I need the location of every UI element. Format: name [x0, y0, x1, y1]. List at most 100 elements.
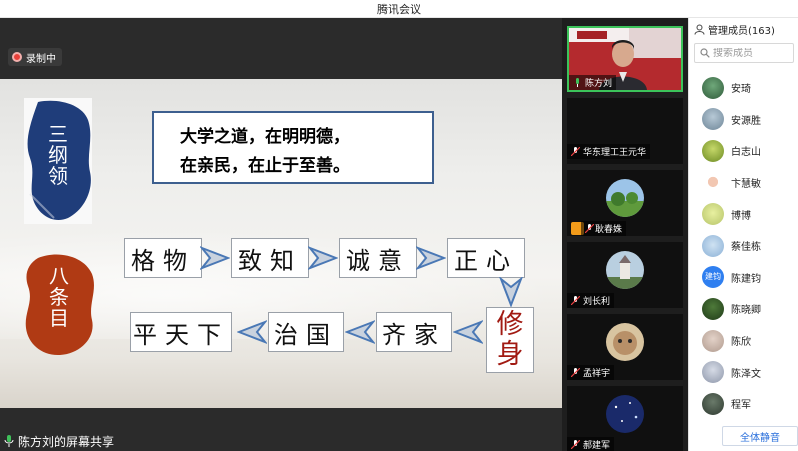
video-tile[interactable]: 耿春姝: [567, 170, 683, 236]
step-zhiguo: 治国: [268, 312, 344, 352]
video-tile[interactable]: 刘长利: [567, 242, 683, 308]
arrow-right-icon: [416, 246, 446, 270]
participant-name-bar: 陈方刘: [569, 75, 617, 90]
window-title: 腾讯会议: [377, 3, 421, 16]
member-name: 陈建钧: [731, 273, 761, 285]
video-column[interactable]: 陈方刘 华东理工王元华 耿春姝 刘长利 孟祥宇 郝建军: [562, 18, 688, 451]
slide: 三 纲 领 大学之道，在明明德， 在亲民，在止于至善。 八 条 目 格物 致知 …: [0, 79, 562, 408]
member-name: 陈晓卿: [731, 305, 761, 317]
member-item[interactable]: 安琦: [689, 72, 798, 104]
participant-avatar: [606, 323, 644, 361]
screen-share-area[interactable]: 录制中 三 纲 领 大学之道，在明明德， 在亲民，在止于至善。 八 条 目 格物…: [0, 18, 562, 451]
avatar: [702, 297, 724, 320]
members-panel: 管理成员(163) 安琦 安源胜 白志山 卞: [688, 18, 798, 451]
member-item[interactable]: 博博: [689, 198, 798, 230]
screen-share-label: 陈方刘的屏幕共享: [0, 431, 562, 451]
landscape-avatar-image: [606, 179, 644, 217]
member-item[interactable]: 白志山: [689, 135, 798, 167]
arrow-down-icon: [499, 277, 523, 307]
avatar: [702, 392, 724, 415]
stamp-batiaomu: 八 条 目: [22, 252, 96, 357]
stamp-sangangling: 三 纲 领: [24, 98, 92, 224]
participant-avatar: [606, 179, 644, 217]
video-tile[interactable]: 华东理工王元华: [567, 98, 683, 164]
member-name: 蔡佳栋: [731, 242, 761, 254]
mic-muted-icon: [585, 224, 594, 233]
member-item[interactable]: 建钧 陈建钧: [689, 262, 798, 294]
member-name: 安源胜: [731, 115, 761, 127]
record-icon: [12, 52, 22, 62]
members-panel-header: 管理成员(163): [689, 18, 798, 40]
participant-name: 耿春姝: [595, 225, 623, 235]
participant-avatar: [606, 395, 644, 433]
avatar: 建钧: [702, 266, 724, 289]
step-qijia: 齐家: [376, 312, 452, 352]
participant-name-bar: 孟祥宇: [567, 365, 615, 380]
mic-muted-icon: [571, 296, 580, 305]
screen-share-name: 陈方刘的屏幕共享: [18, 435, 115, 449]
participant-name-bar: 郝建军: [567, 437, 615, 451]
member-item[interactable]: 蔡佳栋: [689, 230, 798, 262]
mic-muted-icon: [571, 147, 580, 156]
participant-name: 孟祥宇: [583, 369, 611, 379]
member-name: 白志山: [731, 147, 761, 159]
search-icon: [700, 48, 710, 58]
arrow-left-icon: [237, 320, 267, 344]
recording-indicator[interactable]: 录制中: [8, 48, 62, 66]
arrow-left-icon: [345, 320, 375, 344]
step-chengyi: 诚意: [339, 238, 417, 278]
member-item[interactable]: 陈欣: [689, 325, 798, 357]
mic-muted-icon: [571, 368, 580, 377]
member-item[interactable]: 陈晓卿: [689, 293, 798, 325]
avatar: [702, 234, 724, 257]
avatar-initials: 建钧: [705, 272, 721, 282]
avatar: [702, 76, 724, 99]
member-name: 陈泽文: [731, 368, 761, 380]
avatar: [702, 329, 724, 352]
starry-avatar-image: [606, 395, 644, 433]
video-tile[interactable]: 陈方刘: [567, 26, 683, 92]
avatar: [702, 108, 724, 131]
member-name: 安琦: [731, 84, 751, 96]
participant-name-bar: 华东理工王元华: [567, 144, 651, 159]
mute-all-button[interactable]: 全体静音: [722, 426, 798, 446]
mic-icon: [4, 435, 14, 447]
user-icon: [694, 24, 705, 35]
step-zhizhi: 致知: [231, 238, 309, 278]
member-name: 卞慧敏: [731, 179, 761, 191]
member-item[interactable]: 卞慧敏: [689, 167, 798, 199]
avatar: [702, 361, 724, 384]
participant-name: 陈方刘: [585, 79, 613, 89]
member-list: 安琦 安源胜 白志山 卞慧敏 博博 蔡佳栋 建钧 陈建钧 陈晓卿 陈欣 陈泽文 …: [689, 72, 798, 420]
member-name: 陈欣: [731, 337, 751, 349]
mic-muted-icon: [571, 440, 580, 449]
title-bar: 腾讯会议: [0, 0, 798, 18]
stamp-top-text: 三 纲 领: [48, 122, 68, 188]
stamp-bottom-text: 八 条 目: [49, 264, 69, 330]
participant-name: 刘长利: [583, 297, 611, 307]
participant-avatar: [606, 251, 644, 289]
member-item[interactable]: 陈泽文: [689, 356, 798, 388]
arrow-left-icon: [453, 320, 483, 344]
avatar: [702, 203, 724, 226]
avatar: [702, 171, 724, 194]
recording-label: 录制中: [26, 53, 56, 65]
video-tile[interactable]: 孟祥宇: [567, 314, 683, 380]
member-name: 博博: [731, 210, 751, 222]
member-search-input[interactable]: [713, 47, 787, 59]
participant-name: 华东理工王元华: [583, 148, 647, 158]
arrow-right-icon: [308, 246, 338, 270]
members-panel-title: 管理成员(163): [708, 25, 775, 37]
quote-line-2: 在亲民，在止于至善。: [180, 156, 350, 176]
video-tile[interactable]: 郝建军: [567, 386, 683, 451]
pet-avatar-image: [606, 323, 644, 361]
member-item[interactable]: 程军: [689, 388, 798, 420]
participant-name-bar: 刘长利: [567, 293, 615, 308]
avatar: [702, 139, 724, 162]
quote-line-1: 大学之道，在明明德，: [180, 127, 350, 147]
arrow-right-icon: [200, 246, 230, 270]
member-item[interactable]: 安源胜: [689, 104, 798, 136]
member-search[interactable]: [694, 43, 794, 63]
participant-name-bar: 耿春姝: [581, 221, 627, 236]
step-pingtianxia: 平天下: [130, 312, 232, 352]
